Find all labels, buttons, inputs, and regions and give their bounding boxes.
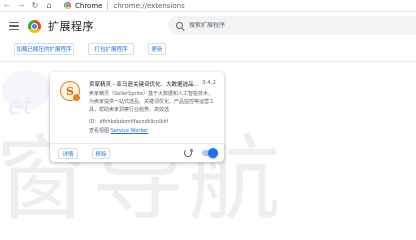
chrome-logo — [28, 19, 41, 33]
reload-page-icon[interactable]: ↻ — [28, 0, 42, 12]
toggle-knob — [208, 148, 218, 158]
sellersprite-logo-icon: S — [60, 81, 80, 101]
chrome-icon — [64, 2, 71, 9]
home-icon[interactable]: ⌂ — [42, 0, 56, 12]
watermark-side-text: et — [8, 92, 33, 120]
url-tab-label: Chrome — [75, 1, 103, 10]
search-box[interactable] — [168, 16, 416, 35]
hamburger-menu-icon[interactable] — [9, 22, 19, 30]
card-divider — [50, 143, 224, 144]
service-worker-link[interactable]: Service Worker — [111, 128, 149, 134]
load-unpacked-button[interactable]: 加载已解压的扩展程序 — [14, 43, 74, 55]
extension-id-label: ID： — [89, 119, 100, 125]
details-button[interactable]: 详情 — [58, 148, 78, 159]
reload-icon[interactable] — [184, 149, 192, 157]
page-title: 扩展程序 — [48, 20, 94, 33]
back-icon[interactable]: ← — [0, 0, 14, 12]
extension-name: 卖家精灵 - 亚马逊关键词优化、大数据选品… — [89, 82, 199, 88]
extensions-header: 扩展程序 — [0, 12, 416, 40]
search-icon — [176, 22, 183, 29]
url-host: chrome://extensions — [113, 1, 185, 10]
url-separator — [107, 1, 109, 10]
search-input[interactable] — [189, 22, 389, 29]
pack-extension-button[interactable]: 打包扩展程序 — [88, 43, 134, 55]
extension-card: S 卖家精灵 - 亚马逊关键词优化、大数据选品… 3.4.2 卖家精灵（Sell… — [50, 72, 224, 162]
forward-icon[interactable]: → — [14, 0, 28, 12]
extension-description: 卖家精灵（SellerSprite）基于大数据和人工智能技术，为卖家提供一站式选… — [89, 91, 215, 113]
url-field[interactable]: Chrome chrome://extensions — [64, 0, 185, 12]
address-bar: ← → ↻ ⌂ Chrome chrome://extensions — [0, 0, 416, 12]
update-button[interactable]: 更新 — [148, 43, 166, 55]
toolbar-divider — [0, 61, 416, 62]
enable-toggle[interactable] — [202, 148, 218, 158]
extension-id: ID：dfhhkebdomfifacodklicnlkkf — [89, 118, 219, 125]
inspect-views-label: 查看视图 — [89, 128, 110, 134]
remove-button[interactable]: 移除 — [92, 148, 110, 159]
extension-id-value: dfhhkebdomfifacodklicnlkkf — [99, 119, 169, 125]
extension-inspect-views: 查看视图 Service Worker — [89, 127, 148, 134]
extension-version: 3.4.2 — [202, 80, 216, 86]
